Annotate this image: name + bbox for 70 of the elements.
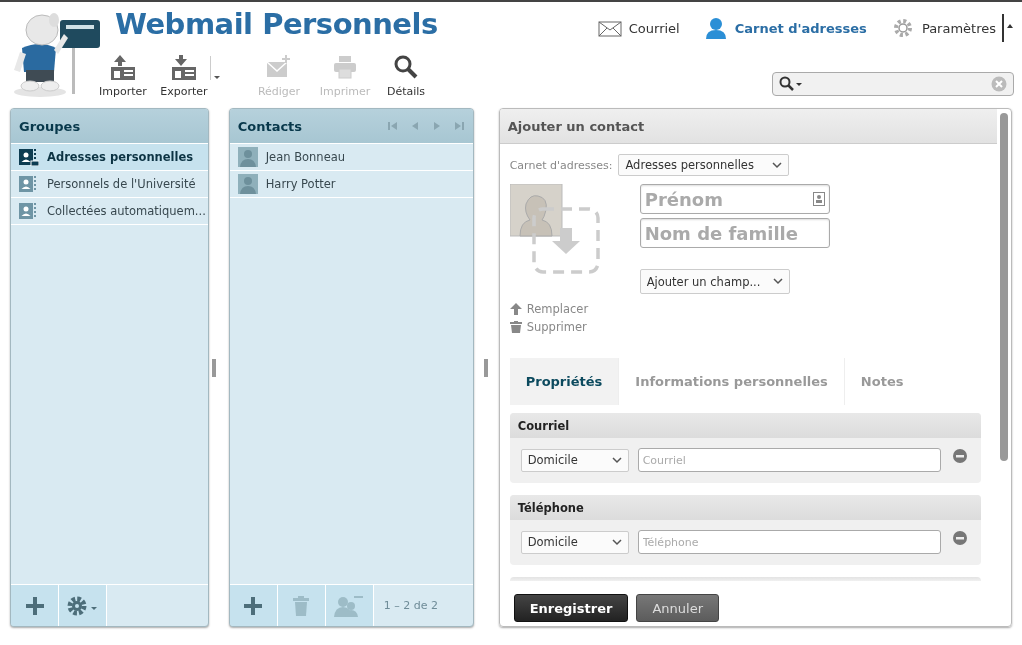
group-item[interactable]: Collectées automatiquem... [11, 198, 208, 225]
address-book-icon [19, 202, 39, 220]
first-page-icon[interactable] [386, 120, 399, 132]
add-field-select[interactable]: Ajouter un champ... [639, 269, 790, 294]
avatar-icon [237, 174, 258, 194]
type-select[interactable]: Domicile [520, 448, 629, 472]
caret-icon[interactable] [210, 56, 221, 80]
chevron-icon [772, 278, 783, 285]
printer-icon [332, 54, 358, 80]
trash-icon [293, 595, 310, 616]
plus-icon [25, 596, 44, 615]
search-icon [779, 76, 803, 92]
photo-action-link[interactable]: Remplacer [509, 302, 640, 316]
add-contact-button[interactable] [229, 585, 278, 626]
gear-icon [65, 594, 100, 617]
group-item[interactable]: Adresses personnelles [11, 144, 208, 171]
contact-item[interactable]: Harry Potter [229, 171, 473, 198]
trash-icon [509, 321, 522, 333]
chevron-icon [611, 456, 622, 464]
addressbook-select[interactable]: Adresses personnelles [618, 154, 790, 176]
page-count: 1 – 2 de 2 [382, 598, 438, 614]
envelope-plus-icon [266, 54, 292, 80]
nav-tab[interactable]: Courriel [597, 17, 680, 39]
search-field[interactable] [772, 72, 1014, 96]
export-icon [171, 54, 197, 80]
contact-item[interactable]: Jean Bonneau [229, 144, 473, 171]
chevron-icon [772, 161, 783, 169]
person-icon [703, 17, 728, 39]
section-title: Téléphone [517, 500, 584, 515]
splitter-handle[interactable] [484, 358, 489, 377]
contact-card-icon [812, 192, 825, 206]
save-button[interactable]: Enregistrer [513, 594, 629, 622]
input-field[interactable]: Téléphone [637, 530, 941, 554]
upload-icon [509, 303, 522, 315]
panel-title: Ajouter un contact [507, 118, 645, 134]
address-book-icon [19, 148, 39, 166]
add-group-button[interactable] [11, 585, 59, 626]
field-label: Carnet d'adresses: [509, 158, 613, 172]
avatar-icon [237, 147, 258, 167]
nav-tab[interactable]: Paramètres [890, 17, 996, 39]
collapse-icon[interactable] [1002, 14, 1014, 42]
remove-icon[interactable] [952, 531, 967, 545]
group-item[interactable]: Personnels de l'Université [11, 171, 208, 198]
panel-title: Groupes [19, 118, 81, 134]
address-book-icon [19, 175, 39, 193]
clear-icon [991, 76, 1007, 92]
plus-icon [244, 596, 263, 615]
cancel-button[interactable]: Annuler [636, 594, 719, 622]
photo-action-link[interactable]: Supprimer [509, 320, 640, 334]
type-select[interactable]: Domicile [520, 530, 629, 554]
app-title: Webmail Personnels [115, 6, 438, 42]
input-field[interactable]: Courriel [637, 448, 941, 472]
chevron-icon [611, 538, 622, 546]
tab[interactable]: Propriétés [509, 358, 620, 405]
toolbar-button[interactable]: Détails [380, 54, 432, 98]
remove-icon[interactable] [952, 449, 967, 463]
remove-from-group-button[interactable] [325, 585, 374, 626]
group-options-button[interactable] [59, 585, 107, 626]
import-icon [110, 54, 136, 80]
last-page-icon[interactable] [452, 120, 465, 132]
splitter-handle[interactable] [211, 358, 216, 377]
search-icon [393, 54, 419, 80]
toolbar-button[interactable]: Importer [97, 54, 149, 98]
first-name-field[interactable]: Prénom [639, 184, 830, 214]
panel-title: Contacts [237, 118, 303, 134]
nav-tab[interactable]: Carnet d'adresses [703, 17, 867, 39]
toolbar-button[interactable]: Exporter [158, 54, 210, 98]
users-minus-icon [334, 594, 365, 617]
section-title: Courriel [517, 418, 570, 433]
last-name-field[interactable]: Nom de famille [639, 218, 830, 248]
